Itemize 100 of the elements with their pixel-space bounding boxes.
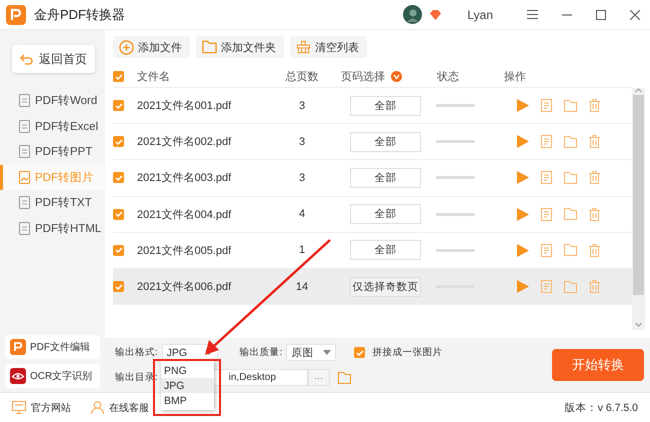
folder-icon[interactable] xyxy=(564,244,577,256)
column-header: 文件名 xyxy=(137,70,171,84)
status-line xyxy=(436,140,475,144)
sidebar-item[interactable]: PDF转Excel xyxy=(0,114,105,139)
scrollbar[interactable] xyxy=(632,88,645,330)
quality-select[interactable]: 原图 xyxy=(286,344,336,361)
page-count: 3 xyxy=(298,172,306,184)
monitor-icon xyxy=(12,401,26,414)
scroll-down-icon[interactable] xyxy=(635,322,642,327)
document-icon[interactable] xyxy=(541,99,552,112)
trash-icon[interactable] xyxy=(589,99,600,112)
sidebar-item[interactable]: PDF转PPT xyxy=(0,139,105,164)
version-text: 版本：v 6.7.5.0 xyxy=(564,400,638,414)
toolbar-button[interactable]: 添加文件 xyxy=(113,36,190,58)
checkbox[interactable] xyxy=(113,208,124,220)
page-range-button[interactable]: 全部 xyxy=(350,240,421,260)
checkbox[interactable] xyxy=(113,100,124,112)
play-icon[interactable] xyxy=(517,135,529,148)
tool-label: OCR文字识别 xyxy=(30,370,92,383)
trash-icon[interactable] xyxy=(589,171,600,184)
app-logo-icon xyxy=(6,4,26,24)
merge-label: 拼接成一张图片 xyxy=(372,346,442,359)
column-header: 页码选择 xyxy=(341,70,385,84)
trash-icon[interactable] xyxy=(589,135,600,148)
file-row[interactable]: 2021文件名006.pdf 14 仅选择奇数页 xyxy=(113,268,632,306)
checkbox[interactable] xyxy=(113,244,124,256)
chevron-down-icon[interactable] xyxy=(391,71,402,82)
folder-icon[interactable] xyxy=(338,372,351,384)
folder-icon xyxy=(202,40,217,54)
add-icon xyxy=(119,40,134,54)
browse-button[interactable]: ··· xyxy=(308,369,330,386)
sidebar-item-label: PDF转PPT xyxy=(35,144,92,160)
sidebar-item[interactable]: PDF转TXT xyxy=(0,190,105,216)
checkbox[interactable] xyxy=(113,71,124,82)
folder-icon[interactable] xyxy=(564,100,577,112)
format-label: 输出格式: xyxy=(115,346,158,359)
folder-icon[interactable] xyxy=(564,172,577,184)
document-icon xyxy=(19,145,30,158)
checkbox[interactable] xyxy=(113,281,124,292)
menu-icon[interactable] xyxy=(527,10,538,19)
close-icon[interactable] xyxy=(630,10,640,20)
sidebar-item-label: PDF转Word xyxy=(35,94,98,108)
trash-icon[interactable] xyxy=(589,244,600,257)
window-title: 金舟PDF转换器 xyxy=(34,6,126,24)
status-line xyxy=(436,212,475,216)
page-range-button[interactable]: 全部 xyxy=(350,132,421,152)
play-icon[interactable] xyxy=(517,99,529,112)
page-count: 3 xyxy=(298,100,306,112)
trash-icon[interactable] xyxy=(589,208,600,221)
broom-icon xyxy=(296,40,311,54)
sidebar-item-label: PDF转图片 xyxy=(35,170,94,185)
trash-icon[interactable] xyxy=(589,280,600,294)
minimize-icon[interactable] xyxy=(562,14,572,16)
toolbar-button[interactable]: 添加文件夹 xyxy=(196,36,284,58)
play-icon[interactable] xyxy=(517,244,529,257)
website-link[interactable]: 官方网站 xyxy=(12,400,71,414)
page-range-button[interactable]: 仅选择奇数页 xyxy=(350,276,421,297)
maximize-icon[interactable] xyxy=(596,10,606,20)
folder-icon[interactable] xyxy=(564,208,577,220)
page-range-button[interactable]: 全部 xyxy=(350,204,421,224)
document-icon[interactable] xyxy=(541,171,552,184)
folder-icon[interactable] xyxy=(564,280,577,293)
page-range-button[interactable]: 全部 xyxy=(350,168,421,188)
scroll-up-icon[interactable] xyxy=(635,88,642,93)
page-range-button[interactable]: 全部 xyxy=(350,96,421,116)
back-home-button[interactable]: 返回首页 xyxy=(12,45,95,73)
play-icon[interactable] xyxy=(517,208,529,221)
diamond-icon[interactable] xyxy=(430,10,442,20)
column-header: 状态 xyxy=(436,70,460,84)
file-name: 2021文件名004.pdf xyxy=(137,208,232,222)
sidebar-item[interactable]: PDF转HTML xyxy=(0,216,105,241)
tool-card[interactable]: PDF文件编辑 xyxy=(5,335,100,359)
checkbox[interactable] xyxy=(113,172,124,184)
file-name: 2021文件名006.pdf xyxy=(137,280,232,294)
dropdown-option[interactable]: JPG xyxy=(161,378,214,393)
user-name[interactable]: Lyan xyxy=(467,8,493,22)
page-count: 1 xyxy=(298,244,306,256)
checkbox[interactable] xyxy=(113,136,124,148)
avatar-icon[interactable] xyxy=(403,5,422,24)
person-icon xyxy=(91,401,104,414)
dropdown-option[interactable]: BMP xyxy=(161,393,214,408)
tool-label: PDF文件编辑 xyxy=(30,340,90,354)
document-icon[interactable] xyxy=(541,244,552,257)
file-row[interactable]: 2021文件名004.pdf 4 全部 xyxy=(113,196,632,233)
folder-icon[interactable] xyxy=(564,136,577,148)
document-icon[interactable] xyxy=(541,280,552,294)
document-icon[interactable] xyxy=(541,208,552,221)
support-link[interactable]: 在线客服 xyxy=(91,400,149,414)
toolbar-button[interactable]: 清空列表 xyxy=(290,36,367,58)
document-icon[interactable] xyxy=(541,135,552,148)
document-icon xyxy=(19,120,30,133)
play-icon[interactable] xyxy=(517,280,529,294)
sidebar-item-label: PDF转Excel xyxy=(35,120,98,134)
dropdown-option[interactable]: PNG xyxy=(161,363,214,378)
tool-card[interactable]: OCR文字识别 xyxy=(5,364,100,388)
column-header: 操作 xyxy=(503,70,527,84)
play-icon[interactable] xyxy=(517,171,529,184)
sidebar-item[interactable]: PDF转Word xyxy=(0,88,105,114)
checkbox[interactable] xyxy=(354,347,366,358)
status-line xyxy=(436,248,475,252)
